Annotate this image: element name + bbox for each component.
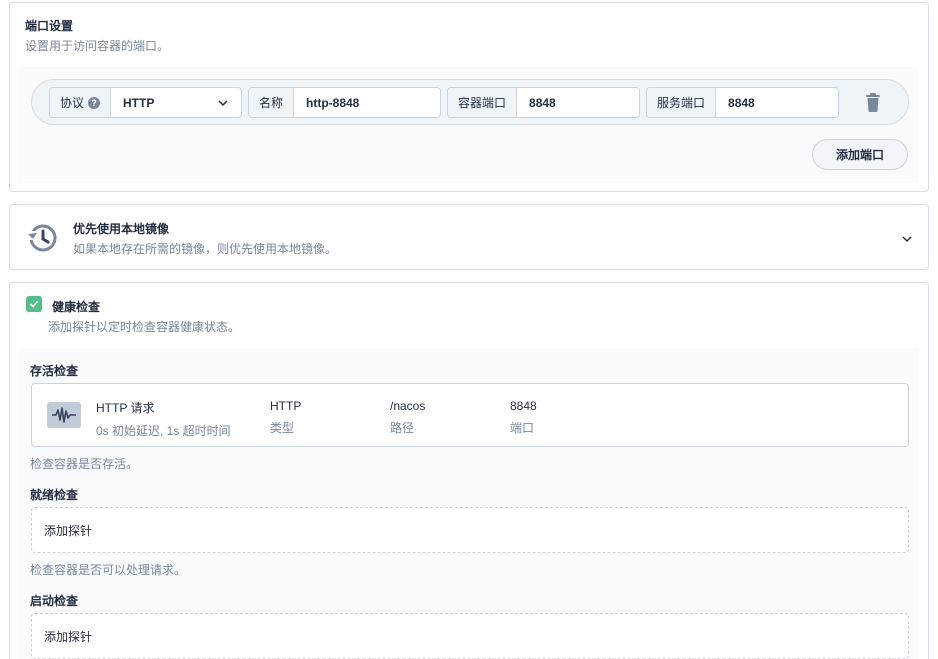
chevron-down-icon [218,99,228,106]
history-icon [27,224,57,252]
health-probes-area: 存活检查 HTTP 请求 0s 初始延迟, 1s 超时时间 HTTP 类型 /n… [19,348,919,659]
service-port-input[interactable]: 8848 [716,88,838,117]
protocol-label-text: 协议 [60,96,85,110]
startup-add-probe-button[interactable]: 添加探针 [31,613,909,659]
probe-path-value: /nacos [390,399,426,413]
probe-port-col: 8848 端口 [510,399,537,436]
service-port-field[interactable]: 服务端口 8848 [646,87,839,118]
service-port-label: 服务端口 [647,88,717,117]
trash-icon[interactable] [864,93,882,113]
health-check-card: 健康检查 添加探针以定时检查容器健康状态。 存活检查 HTTP 请求 0s 初始… [9,282,929,659]
probe-type-value: HTTP [270,399,302,413]
health-check-description: 添加探针以定时检查容器健康状态。 [48,320,241,334]
port-name-field[interactable]: 名称 http-8848 [248,87,441,118]
probe-protocol-col: HTTP 类型 [270,399,301,436]
port-name-input[interactable]: http-8848 [294,88,440,117]
port-list-area: 协议 ? HTTP 名称 http-8848 容器端口 8848 服务端口 88… [19,67,919,183]
check-icon [29,300,39,308]
readiness-title: 就绪检查 [30,488,79,502]
container-port-input[interactable]: 8848 [517,88,639,117]
port-row: 协议 ? HTTP 名称 http-8848 容器端口 8848 服务端口 88… [31,79,909,125]
port-settings-title: 端口设置 [25,19,74,33]
probe-timing: 0s 初始延迟, 1s 超时时间 [96,424,231,438]
help-icon[interactable]: ? [88,96,101,109]
probe-path-key: 路径 [390,421,415,435]
health-check-title: 健康检查 [52,300,101,314]
add-port-button[interactable]: 添加端口 [812,139,908,170]
port-settings-description: 设置用于访问容器的端口。 [25,39,170,53]
health-check-checkbox[interactable] [26,296,42,312]
container-port-field[interactable]: 容器端口 8848 [447,87,640,118]
probe-type-key: 类型 [270,421,295,435]
startup-title: 启动检查 [30,594,79,608]
liveness-description: 检查容器是否存活。 [30,457,139,471]
probe-port-value: 8848 [510,399,537,413]
probe-path-col: /nacos 路径 [390,399,425,436]
chevron-down-icon[interactable] [900,232,914,246]
liveness-probe[interactable]: HTTP 请求 0s 初始延迟, 1s 超时时间 HTTP 类型 /nacos … [31,383,909,447]
local-image-title: 优先使用本地镜像 [73,222,170,236]
pulse-icon [47,402,81,428]
port-settings-card: 端口设置 设置用于访问容器的端口。 协议 ? HTTP 名称 http-8848 [9,2,929,192]
container-port-label: 容器端口 [448,88,518,117]
protocol-label: 协议 ? [50,88,112,117]
protocol-value-text: HTTP [123,95,155,110]
port-name-label: 名称 [249,88,295,117]
local-image-description: 如果本地存在所需的镜像，则优先使用本地镜像。 [73,242,338,256]
protocol-select[interactable]: 协议 ? HTTP [49,87,242,118]
probe-type-name: HTTP 请求 [96,401,155,415]
local-image-card[interactable]: 优先使用本地镜像 如果本地存在所需的镜像，则优先使用本地镜像。 [9,204,929,270]
protocol-value[interactable]: HTTP [111,88,241,117]
readiness-description: 检查容器是否可以处理请求。 [30,563,187,577]
liveness-title: 存活检查 [30,364,79,378]
probe-type-col: HTTP 请求 0s 初始延迟, 1s 超时时间 [96,399,231,439]
probe-port-key: 端口 [510,421,535,435]
readiness-add-probe-button[interactable]: 添加探针 [31,507,909,553]
